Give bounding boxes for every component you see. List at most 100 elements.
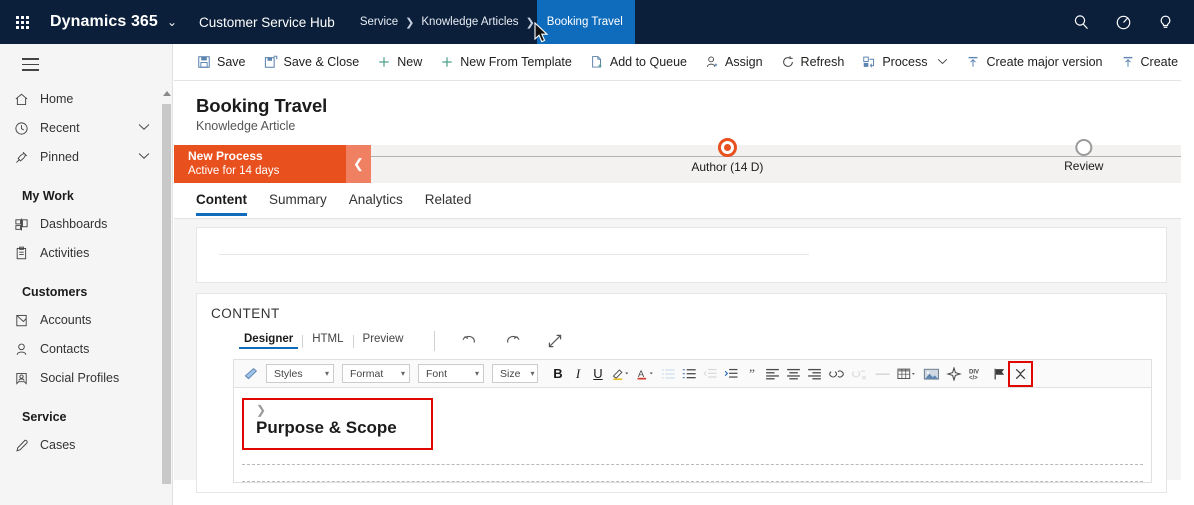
breadcrumb-item-booking-travel[interactable]: Booking Travel — [536, 0, 635, 44]
chevron-down-icon[interactable] — [937, 57, 948, 67]
format-select-value: Format — [350, 367, 384, 380]
format-select[interactable]: Format ▾ — [342, 364, 410, 383]
create-minor-version-button[interactable]: Create minor — [1112, 44, 1181, 81]
bpf-current-stage[interactable]: New Process Active for 14 days — [174, 145, 346, 183]
bulleted-list-button[interactable] — [658, 363, 679, 385]
sidebar-item-pinned[interactable]: Pinned — [0, 143, 172, 172]
format-painter-icon[interactable] — [240, 363, 262, 385]
increase-indent-button[interactable] — [721, 363, 742, 385]
pin-icon — [14, 150, 40, 165]
blockquote-button[interactable]: ” — [742, 363, 762, 385]
undo-icon[interactable] — [461, 333, 478, 349]
breadcrumb-item-service[interactable]: Service — [355, 0, 403, 44]
insert-link-button[interactable] — [825, 363, 848, 385]
editor-tab-html[interactable]: HTML — [303, 333, 352, 349]
highlight-color-button[interactable] — [608, 363, 633, 385]
assistant-icon[interactable] — [1104, 0, 1142, 44]
sidebar-scrollbar[interactable] — [162, 90, 171, 501]
sidebar-item-accounts[interactable]: Accounts — [0, 306, 172, 335]
sidebar-item-label: Recent — [40, 121, 80, 136]
major-version-icon — [966, 55, 980, 69]
chevron-down-icon[interactable] — [138, 152, 150, 163]
align-center-button[interactable] — [783, 363, 804, 385]
chevron-right-icon[interactable]: ❯ — [256, 404, 397, 416]
add-to-queue-button[interactable]: Add to Queue — [581, 44, 696, 81]
align-right-button[interactable] — [804, 363, 825, 385]
breadcrumb-item-knowledge-articles[interactable]: Knowledge Articles — [416, 0, 523, 44]
sidebar-item-home[interactable]: Home — [0, 85, 172, 114]
styles-select[interactable]: Styles ▾ — [266, 364, 334, 383]
breadcrumb: Service ❯ Knowledge Articles ❯ Booking T… — [355, 0, 635, 44]
home-icon — [14, 92, 40, 107]
bpf-idle-stage-icon — [1075, 139, 1093, 156]
insert-image-button[interactable] — [920, 363, 943, 385]
smart-assist-button[interactable] — [943, 363, 965, 385]
sidebar-item-contacts[interactable]: Contacts — [0, 335, 172, 364]
content-section-panel: CONTENT Designer HTML Preview Styles ▾ F… — [196, 293, 1167, 493]
rich-text-editor: Styles ▾ Format ▾ Font ▾ Size ▾ B I U A … — [233, 359, 1152, 483]
numbered-list-button[interactable] — [679, 363, 700, 385]
align-left-button[interactable] — [762, 363, 783, 385]
sitemap-sidebar: Home Recent Pinned My Work Dashboards Ac… — [0, 44, 173, 505]
sidebar-item-cases[interactable]: Cases — [0, 431, 172, 460]
sidebar-item-dashboards[interactable]: Dashboards — [0, 210, 172, 239]
help-icon[interactable] — [1146, 0, 1184, 44]
font-select[interactable]: Font ▾ — [418, 364, 484, 383]
app-title: Customer Service Hub — [199, 14, 335, 30]
form-tabs: Content Summary Analytics Related — [174, 183, 1181, 219]
new-from-template-button[interactable]: New From Template — [431, 44, 581, 81]
save-and-close-button[interactable]: Save & Close — [255, 44, 369, 81]
scrollbar-thumb[interactable] — [162, 104, 171, 484]
insert-flag-button[interactable] — [989, 363, 1010, 385]
collapse-toolbar-button[interactable] — [1008, 360, 1033, 387]
tab-analytics[interactable]: Analytics — [349, 183, 403, 219]
unlink-button[interactable] — [848, 363, 871, 385]
assign-button[interactable]: Assign — [696, 44, 772, 81]
section-divider — [219, 254, 809, 255]
italic-button[interactable]: I — [568, 363, 588, 385]
rte-editing-surface[interactable]: ❯ Purpose & Scope — [234, 387, 1151, 482]
insert-table-button[interactable] — [894, 363, 920, 385]
search-icon[interactable] — [1062, 0, 1100, 44]
editor-tab-designer[interactable]: Designer — [235, 333, 302, 349]
sidebar-item-label: Contacts — [40, 342, 90, 357]
bold-button[interactable]: B — [548, 363, 568, 385]
sidebar-item-label: Activities — [40, 246, 90, 261]
svg-text:</>: </> — [969, 375, 978, 380]
sidebar-item-recent[interactable]: Recent — [0, 114, 172, 143]
case-icon — [14, 438, 40, 453]
form-canvas: CONTENT Designer HTML Preview Styles ▾ F… — [174, 219, 1181, 493]
underline-button[interactable]: U — [588, 363, 608, 385]
sidebar-item-social-profiles[interactable]: Social Profiles — [0, 364, 172, 393]
sitemap-toggle-icon[interactable] — [0, 44, 172, 85]
bpf-stage-review[interactable]: Review — [1064, 139, 1103, 173]
decrease-indent-button[interactable] — [700, 363, 721, 385]
command-label: Process — [882, 55, 928, 69]
tab-summary[interactable]: Summary — [269, 183, 327, 219]
process-button[interactable]: Process — [853, 44, 957, 81]
bpf-collapse-button[interactable]: ❮ — [346, 145, 371, 183]
size-select[interactable]: Size ▾ — [492, 364, 538, 383]
new-button[interactable]: New — [368, 44, 431, 81]
font-color-button[interactable]: A — [633, 363, 658, 385]
refresh-button[interactable]: Refresh — [772, 44, 854, 81]
dynamics-365-window: Dynamics 365 ⌄ Customer Service Hub Serv… — [0, 0, 1194, 505]
create-major-version-button[interactable]: Create major version — [957, 44, 1111, 81]
bpf-stage-author[interactable]: Author (14 D) — [691, 138, 763, 174]
app-launcher-icon[interactable] — [0, 0, 44, 44]
scroll-up-arrow-icon[interactable] — [163, 91, 171, 96]
redo-icon[interactable] — [504, 333, 521, 349]
brand-chevron-down-icon[interactable]: ⌄ — [167, 15, 177, 29]
source-code-button[interactable]: DIV </> — [965, 363, 989, 385]
chevron-down-icon[interactable] — [138, 123, 150, 134]
sidebar-item-activities[interactable]: Activities — [0, 239, 172, 268]
editor-tab-preview[interactable]: Preview — [354, 333, 413, 349]
horizontal-rule-button[interactable] — [871, 363, 894, 385]
command-label: New — [397, 55, 423, 69]
article-heading-block[interactable]: ❯ Purpose & Scope — [242, 398, 433, 450]
chevron-down-icon: ▾ — [530, 369, 535, 378]
expand-icon[interactable] — [547, 333, 563, 349]
tab-content[interactable]: Content — [196, 183, 247, 219]
save-button[interactable]: Save — [188, 44, 255, 81]
tab-related[interactable]: Related — [425, 183, 472, 219]
